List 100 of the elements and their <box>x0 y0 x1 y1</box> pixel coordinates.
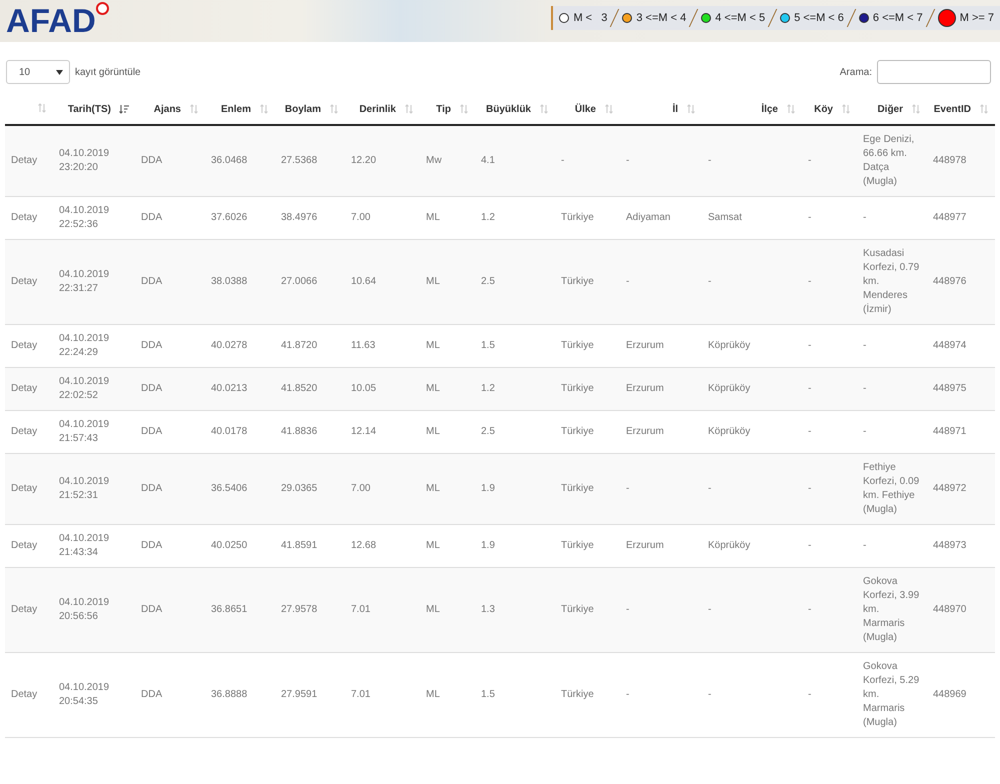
table-cell: 41.8720 <box>281 340 318 351</box>
table-cell: 04.10.2019 22:24:29 <box>59 333 110 358</box>
table-cell: 04.10.2019 22:02:52 <box>59 376 110 401</box>
detail-link[interactable]: Detay <box>11 689 38 700</box>
table-cell: 10.05 <box>351 383 376 394</box>
table-cell: DDA <box>141 383 162 394</box>
table-cell: 7.01 <box>351 604 370 615</box>
table-cell: 04.10.2019 21:43:34 <box>59 533 110 558</box>
table-cell: Türkiye <box>561 212 594 223</box>
table-cell: 40.0250 <box>211 540 248 551</box>
table-cell: Türkiye <box>561 276 594 287</box>
table-cell: DDA <box>141 540 162 551</box>
table-cell: 10.64 <box>351 276 376 287</box>
table-cell: - <box>626 155 630 166</box>
table-cell: - <box>863 426 866 437</box>
detail-link[interactable]: Detay <box>11 383 38 394</box>
table-cell: 04.10.2019 20:56:56 <box>59 597 110 622</box>
table-cell: - <box>808 276 812 287</box>
legend-label: M >= 7 <box>960 12 994 24</box>
table-cell: 37.6026 <box>211 212 248 223</box>
table-cell: 448973 <box>933 540 966 551</box>
table-cell: 04.10.2019 21:57:43 <box>59 419 110 444</box>
detail-link[interactable]: Detay <box>11 155 38 166</box>
table-cell: 2.5 <box>481 426 495 437</box>
table-cell: DDA <box>141 340 162 351</box>
table-cell: 448970 <box>933 604 966 615</box>
table-cell: - <box>808 212 812 223</box>
detail-link[interactable]: Detay <box>11 212 38 223</box>
table-cell: ML <box>426 689 440 700</box>
table-cell: 7.00 <box>351 483 370 494</box>
table-cell: Ege Denizi, 66.66 km. Datça (Mugla) <box>863 134 914 187</box>
table-cell: Türkiye <box>561 689 594 700</box>
table-cell: Türkiye <box>561 426 594 437</box>
table-cell: 04.10.2019 22:31:27 <box>59 269 110 294</box>
table-cell: 27.5368 <box>281 155 318 166</box>
table-cell: 448976 <box>933 276 966 287</box>
table-cell: 41.8520 <box>281 383 318 394</box>
table-cell: DDA <box>141 155 162 166</box>
table-cell: - <box>863 540 866 551</box>
table-cell: DDA <box>141 276 162 287</box>
detail-link[interactable]: Detay <box>11 604 38 615</box>
table-cell: - <box>708 604 712 615</box>
table-cell: - <box>808 483 812 494</box>
table-cell: ML <box>426 540 440 551</box>
table-cell: Türkiye <box>561 604 594 615</box>
table-cell: - <box>808 383 812 394</box>
table-cell: DDA <box>141 212 162 223</box>
detail-link[interactable]: Detay <box>11 276 38 287</box>
table-cell: - <box>808 340 812 351</box>
table-cell: Adiyaman <box>626 212 670 223</box>
table-cell: ML <box>426 604 440 615</box>
table-cell: 1.5 <box>481 340 495 351</box>
table-cell: Erzurum <box>626 340 664 351</box>
table-cell: ML <box>426 426 440 437</box>
table-cell: - <box>708 155 712 166</box>
table-cell: 36.5406 <box>211 483 248 494</box>
page-size-select[interactable]: 10 <box>6 60 70 84</box>
table-cell: Fethiye Korfezi, 0.09 km. Fethiye (Mugla) <box>863 462 920 515</box>
detail-link[interactable]: Detay <box>11 426 38 437</box>
detail-link[interactable]: Detay <box>11 483 38 494</box>
table-cell: 40.0278 <box>211 340 248 351</box>
table-cell: DDA <box>141 604 162 615</box>
table-cell: 38.4976 <box>281 212 318 223</box>
table-cell: 04.10.2019 23:20:20 <box>59 148 110 173</box>
table-cell: 1.3 <box>481 604 495 615</box>
table-cell: 448978 <box>933 155 966 166</box>
logo-ring-icon <box>96 2 109 15</box>
table-cell: Türkiye <box>561 340 594 351</box>
table-cell: 36.0468 <box>211 155 248 166</box>
table-cell: ML <box>426 383 440 394</box>
table-cell: 4.1 <box>481 155 495 166</box>
table-cell: 38.0388 <box>211 276 248 287</box>
table-cell: - <box>626 276 630 287</box>
table-cell: Köprüköy <box>708 426 750 437</box>
table-cell: 1.5 <box>481 689 495 700</box>
table-cell: 1.9 <box>481 540 495 551</box>
table-cell: 448972 <box>933 483 966 494</box>
table-cell: 7.00 <box>351 212 370 223</box>
table-cell: ML <box>426 212 440 223</box>
table-cell: Erzurum <box>626 383 664 394</box>
page-size-label: kayıt görüntüle <box>75 66 141 78</box>
table-cell: 1.9 <box>481 483 495 494</box>
table-cell: Türkiye <box>561 540 594 551</box>
table-cell: Türkiye <box>561 383 594 394</box>
table-cell: 7.01 <box>351 689 370 700</box>
table-cell: 36.8651 <box>211 604 248 615</box>
detail-link[interactable]: Detay <box>11 540 38 551</box>
caret-icon <box>56 70 63 74</box>
table-cell: - <box>626 483 630 494</box>
table-cell: 448975 <box>933 383 966 394</box>
table-cell: 448971 <box>933 426 966 437</box>
table-cell: - <box>808 689 812 700</box>
table-cell: 448969 <box>933 689 966 700</box>
table-cell: Türkiye <box>561 483 594 494</box>
table-cell: DDA <box>141 426 162 437</box>
table-cell: 1.2 <box>481 383 495 394</box>
table-cell: 1.2 <box>481 212 495 223</box>
detail-link[interactable]: Detay <box>11 340 38 351</box>
table-cell: 40.0178 <box>211 426 248 437</box>
search-field[interactable] <box>877 60 991 84</box>
